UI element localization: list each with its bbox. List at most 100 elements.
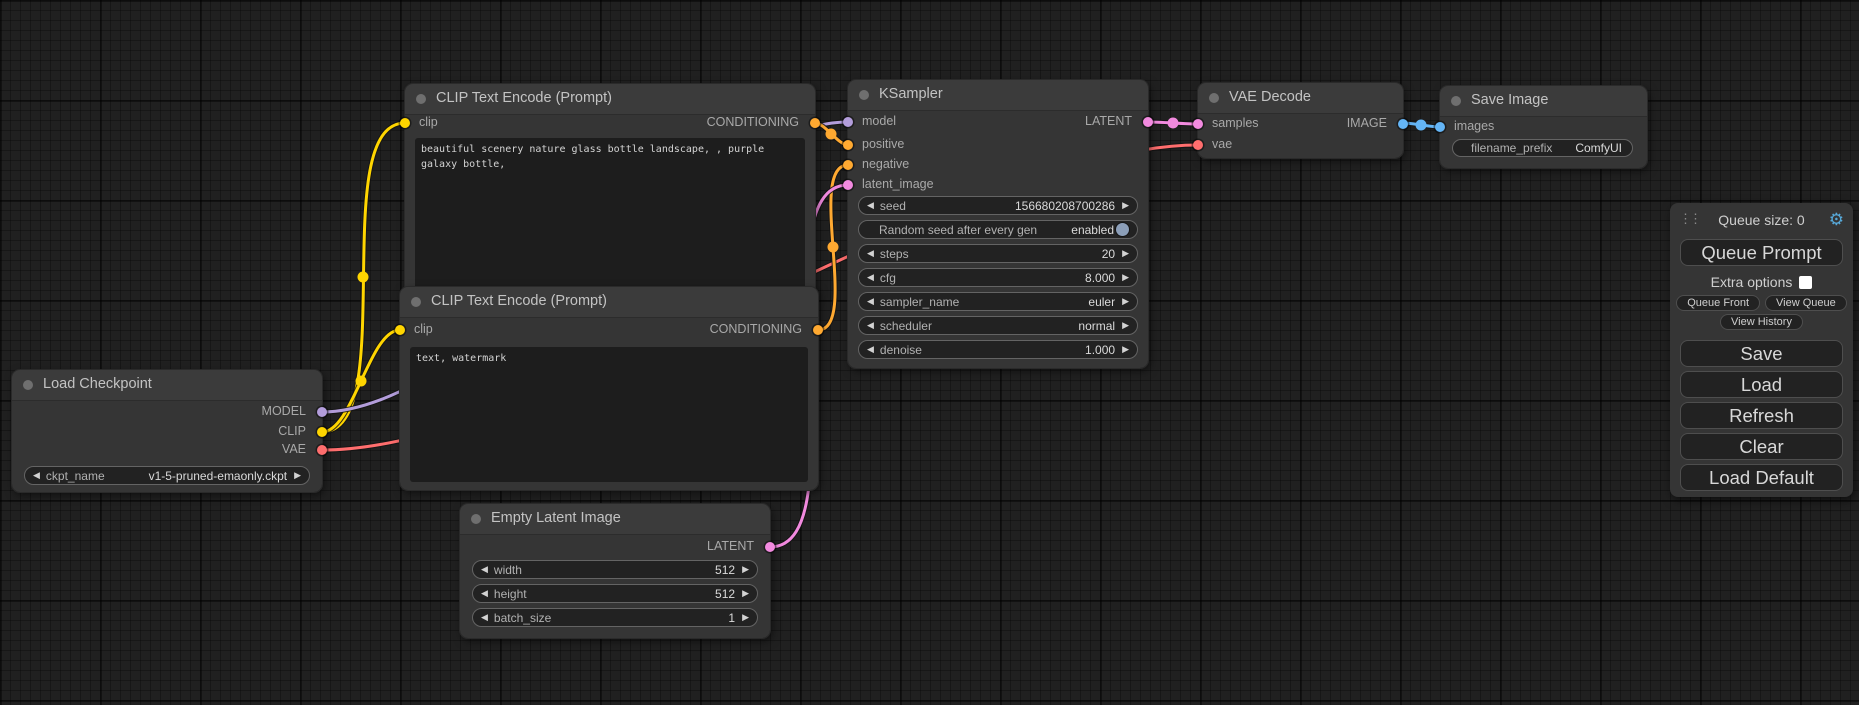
increment-arrow-icon[interactable]: ▶ — [1122, 321, 1129, 330]
output-port-model[interactable] — [317, 407, 327, 417]
node-title-bar[interactable]: Load Checkpoint — [12, 370, 322, 401]
widget-label: sampler_name — [880, 295, 959, 309]
output-label-clip: CLIP — [278, 424, 306, 438]
input-port-latent-image[interactable] — [843, 180, 853, 190]
filename-prefix-widget[interactable]: filename_prefix ComfyUI — [1452, 139, 1633, 157]
node-ksampler[interactable]: KSampler model positive negative latent_… — [848, 80, 1148, 368]
increment-arrow-icon[interactable]: ▶ — [742, 589, 749, 598]
widget-value: enabled — [1071, 223, 1114, 237]
output-port-vae[interactable] — [317, 445, 327, 455]
node-status-dot-icon — [859, 90, 869, 100]
widget-value: 1 — [728, 611, 735, 625]
output-port-image[interactable] — [1398, 119, 1408, 129]
node-empty-latent-image[interactable]: Empty Latent Image LATENT ◀ width 512 ▶ … — [460, 504, 770, 638]
decrement-arrow-icon[interactable]: ◀ — [867, 273, 874, 282]
load-default-button[interactable]: Load Default — [1680, 464, 1843, 491]
prompt-text-area[interactable]: beautiful scenery nature glass bottle la… — [415, 138, 805, 290]
sampler-name-widget[interactable]: ◀ sampler_name euler ▶ — [858, 292, 1138, 311]
output-port-conditioning[interactable] — [810, 118, 820, 128]
node-title-bar[interactable]: KSampler — [848, 80, 1148, 111]
ckpt-name-widget[interactable]: ◀ ckpt_name v1-5-pruned-emaonly.ckpt ▶ — [24, 466, 310, 485]
seed-widget[interactable]: ◀ seed 156680208700286 ▶ — [858, 196, 1138, 215]
link-dot — [358, 272, 369, 283]
input-label-vae: vae — [1212, 137, 1232, 151]
decrement-arrow-icon[interactable]: ◀ — [481, 589, 488, 598]
input-port-negative[interactable] — [843, 160, 853, 170]
link-dot — [1168, 118, 1179, 129]
input-port-positive[interactable] — [843, 140, 853, 150]
increment-arrow-icon[interactable]: ▶ — [294, 471, 301, 480]
widget-label: batch_size — [494, 611, 551, 625]
decrement-arrow-icon[interactable]: ◀ — [33, 471, 40, 480]
clear-button[interactable]: Clear — [1680, 433, 1843, 460]
node-title-bar[interactable]: VAE Decode — [1198, 83, 1403, 114]
node-title: Load Checkpoint — [43, 376, 152, 392]
widget-label: steps — [880, 247, 909, 261]
node-clip-text-encode-positive[interactable]: CLIP Text Encode (Prompt) clip CONDITION… — [405, 84, 815, 300]
batch-size-widget[interactable]: ◀ batch_size 1 ▶ — [472, 608, 758, 627]
input-port-images[interactable] — [1435, 122, 1445, 132]
width-widget[interactable]: ◀ width 512 ▶ — [472, 560, 758, 579]
node-load-checkpoint[interactable]: Load Checkpoint MODEL CLIP VAE ◀ ckpt_na… — [12, 370, 322, 492]
input-port-samples[interactable] — [1193, 119, 1203, 129]
output-port-latent[interactable] — [765, 542, 775, 552]
node-title-bar[interactable]: Empty Latent Image — [460, 504, 770, 535]
widget-value: v1-5-pruned-emaonly.ckpt — [149, 469, 288, 483]
view-history-button[interactable]: View History — [1720, 314, 1803, 330]
increment-arrow-icon[interactable]: ▶ — [742, 565, 749, 574]
increment-arrow-icon[interactable]: ▶ — [742, 613, 749, 622]
output-port-latent[interactable] — [1143, 117, 1153, 127]
view-queue-button[interactable]: View Queue — [1765, 295, 1847, 311]
widget-value: 8.000 — [1085, 271, 1115, 285]
node-title-bar[interactable]: CLIP Text Encode (Prompt) — [400, 287, 818, 318]
height-widget[interactable]: ◀ height 512 ▶ — [472, 584, 758, 603]
decrement-arrow-icon[interactable]: ◀ — [481, 613, 488, 622]
widget-value: euler — [1088, 295, 1115, 309]
queue-front-button[interactable]: Queue Front — [1676, 295, 1760, 311]
node-save-image[interactable]: Save Image images filename_prefix ComfyU… — [1440, 86, 1647, 168]
increment-arrow-icon[interactable]: ▶ — [1122, 273, 1129, 282]
decrement-arrow-icon[interactable]: ◀ — [867, 297, 874, 306]
random-seed-toggle-widget[interactable]: Random seed after every gen enabled — [858, 220, 1138, 239]
refresh-button[interactable]: Refresh — [1680, 402, 1843, 429]
save-button[interactable]: Save — [1680, 340, 1843, 367]
node-title-bar[interactable]: Save Image — [1440, 86, 1647, 117]
input-label-model: model — [862, 114, 896, 128]
denoise-widget[interactable]: ◀ denoise 1.000 ▶ — [858, 340, 1138, 359]
node-title-bar[interactable]: CLIP Text Encode (Prompt) — [405, 84, 815, 115]
extra-options-checkbox[interactable] — [1799, 276, 1812, 289]
input-port-model[interactable] — [843, 117, 853, 127]
toggle-on-icon[interactable] — [1116, 223, 1129, 236]
output-port-clip[interactable] — [317, 427, 327, 437]
node-clip-text-encode-negative[interactable]: CLIP Text Encode (Prompt) clip CONDITION… — [400, 287, 818, 490]
increment-arrow-icon[interactable]: ▶ — [1122, 249, 1129, 258]
queue-prompt-button[interactable]: Queue Prompt — [1680, 239, 1843, 266]
scheduler-widget[interactable]: ◀ scheduler normal ▶ — [858, 316, 1138, 335]
increment-arrow-icon[interactable]: ▶ — [1122, 201, 1129, 210]
node-vae-decode[interactable]: VAE Decode samples vae IMAGE — [1198, 83, 1403, 158]
decrement-arrow-icon[interactable]: ◀ — [867, 345, 874, 354]
increment-arrow-icon[interactable]: ▶ — [1122, 297, 1129, 306]
steps-widget[interactable]: ◀ steps 20 ▶ — [858, 244, 1138, 263]
gear-icon[interactable]: ⚙ — [1829, 210, 1844, 230]
node-status-dot-icon — [1451, 96, 1461, 106]
input-port-clip[interactable] — [400, 118, 410, 128]
decrement-arrow-icon[interactable]: ◀ — [867, 201, 874, 210]
output-port-conditioning[interactable] — [813, 325, 823, 335]
decrement-arrow-icon[interactable]: ◀ — [481, 565, 488, 574]
decrement-arrow-icon[interactable]: ◀ — [867, 321, 874, 330]
node-graph-canvas[interactable]: Load Checkpoint MODEL CLIP VAE ◀ ckpt_na… — [0, 0, 1859, 705]
input-port-vae[interactable] — [1193, 140, 1203, 150]
prompt-text-area[interactable]: text, watermark — [410, 347, 808, 482]
node-title: CLIP Text Encode (Prompt) — [436, 90, 612, 106]
widget-value: 1.000 — [1085, 343, 1115, 357]
link-dot — [356, 376, 367, 387]
decrement-arrow-icon[interactable]: ◀ — [867, 249, 874, 258]
input-label-latent-image: latent_image — [862, 177, 934, 191]
increment-arrow-icon[interactable]: ▶ — [1122, 345, 1129, 354]
input-port-clip[interactable] — [395, 325, 405, 335]
cfg-widget[interactable]: ◀ cfg 8.000 ▶ — [858, 268, 1138, 287]
widget-label: denoise — [880, 343, 922, 357]
node-title: CLIP Text Encode (Prompt) — [431, 293, 607, 309]
load-button[interactable]: Load — [1680, 371, 1843, 398]
